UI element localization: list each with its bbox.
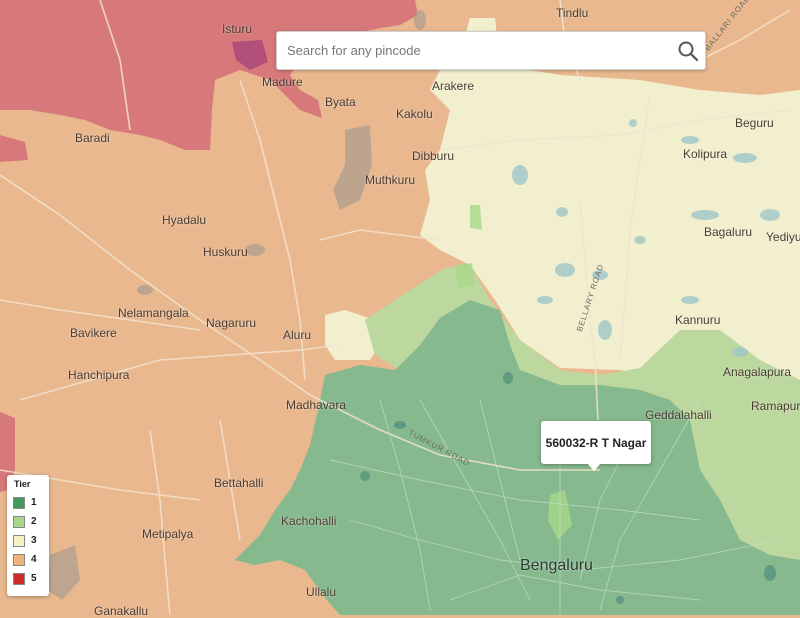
legend-item: 1 [13, 493, 43, 512]
legend-swatch [13, 553, 25, 566]
place-nagaruru: Nagaruru [206, 316, 257, 330]
place-nelamangala: Nelamangala [118, 306, 189, 320]
place-geddalahalli: Geddalahalli [645, 408, 712, 422]
legend-item: 2 [13, 512, 43, 531]
place-kolipura: Kolipura [683, 147, 728, 161]
search-input[interactable] [277, 32, 667, 69]
legend-item: 5 [13, 569, 43, 588]
place-ramapura: Ramapura [751, 399, 800, 413]
place-bagaluru: Bagaluru [704, 225, 753, 239]
place-bavikere: Bavikere [70, 326, 117, 340]
place-metipalya: Metipalya [142, 527, 194, 541]
legend-swatch [13, 534, 25, 547]
place-dibburu: Dibburu [412, 149, 455, 163]
search-icon[interactable] [677, 40, 699, 62]
legend-swatch [13, 572, 25, 585]
place-tindlu: Tindlu [556, 6, 589, 20]
place-bettahalli: Bettahalli [214, 476, 264, 490]
legend-label: 1 [31, 497, 37, 508]
legend-item: 4 [13, 550, 43, 569]
place-muthkuru: Muthkuru [365, 173, 416, 187]
legend-label: 2 [31, 516, 37, 527]
place-byata: Byata [325, 95, 356, 109]
legend-label: 5 [31, 573, 37, 584]
place-isturu: Isturu [222, 22, 253, 36]
tooltip-pointer [587, 463, 601, 471]
place-arakere: Arakere [432, 79, 475, 93]
tooltip-text: 560032-R T Nagar [545, 435, 647, 450]
place-anagalapura: Anagalapura [723, 365, 792, 379]
legend-swatch [13, 496, 25, 509]
place-madhavara: Madhavara [286, 398, 347, 412]
legend-label: 4 [31, 554, 37, 565]
place-yediyur: Yediyur [766, 230, 800, 244]
legend-title: Tier [14, 479, 31, 489]
place-kannuru: Kannuru [675, 313, 721, 327]
place-bengaluru: Bengaluru [520, 557, 593, 574]
place-aluru: Aluru [283, 328, 312, 342]
place-kachohalli: Kachohalli [281, 514, 337, 528]
place-beguru: Beguru [735, 116, 774, 130]
tier-legend: Tier 1 2 3 4 5 [7, 475, 49, 596]
place-hanchipura: Hanchipura [68, 368, 130, 382]
legend-item: 3 [13, 531, 43, 550]
place-huskuru: Huskuru [203, 245, 248, 259]
place-hyadalu: Hyadalu [162, 213, 207, 227]
place-baradi: Baradi [75, 131, 110, 145]
legend-label: 3 [31, 535, 37, 546]
place-ganakallu: Ganakallu [94, 604, 149, 618]
pincode-tooltip: 560032-R T Nagar [541, 421, 651, 464]
legend-swatch [13, 515, 25, 528]
place-kakolu: Kakolu [396, 107, 433, 121]
place-ullalu: Ullalu [306, 585, 337, 599]
search-box[interactable] [276, 31, 706, 70]
place-madure: Madure [262, 75, 303, 89]
